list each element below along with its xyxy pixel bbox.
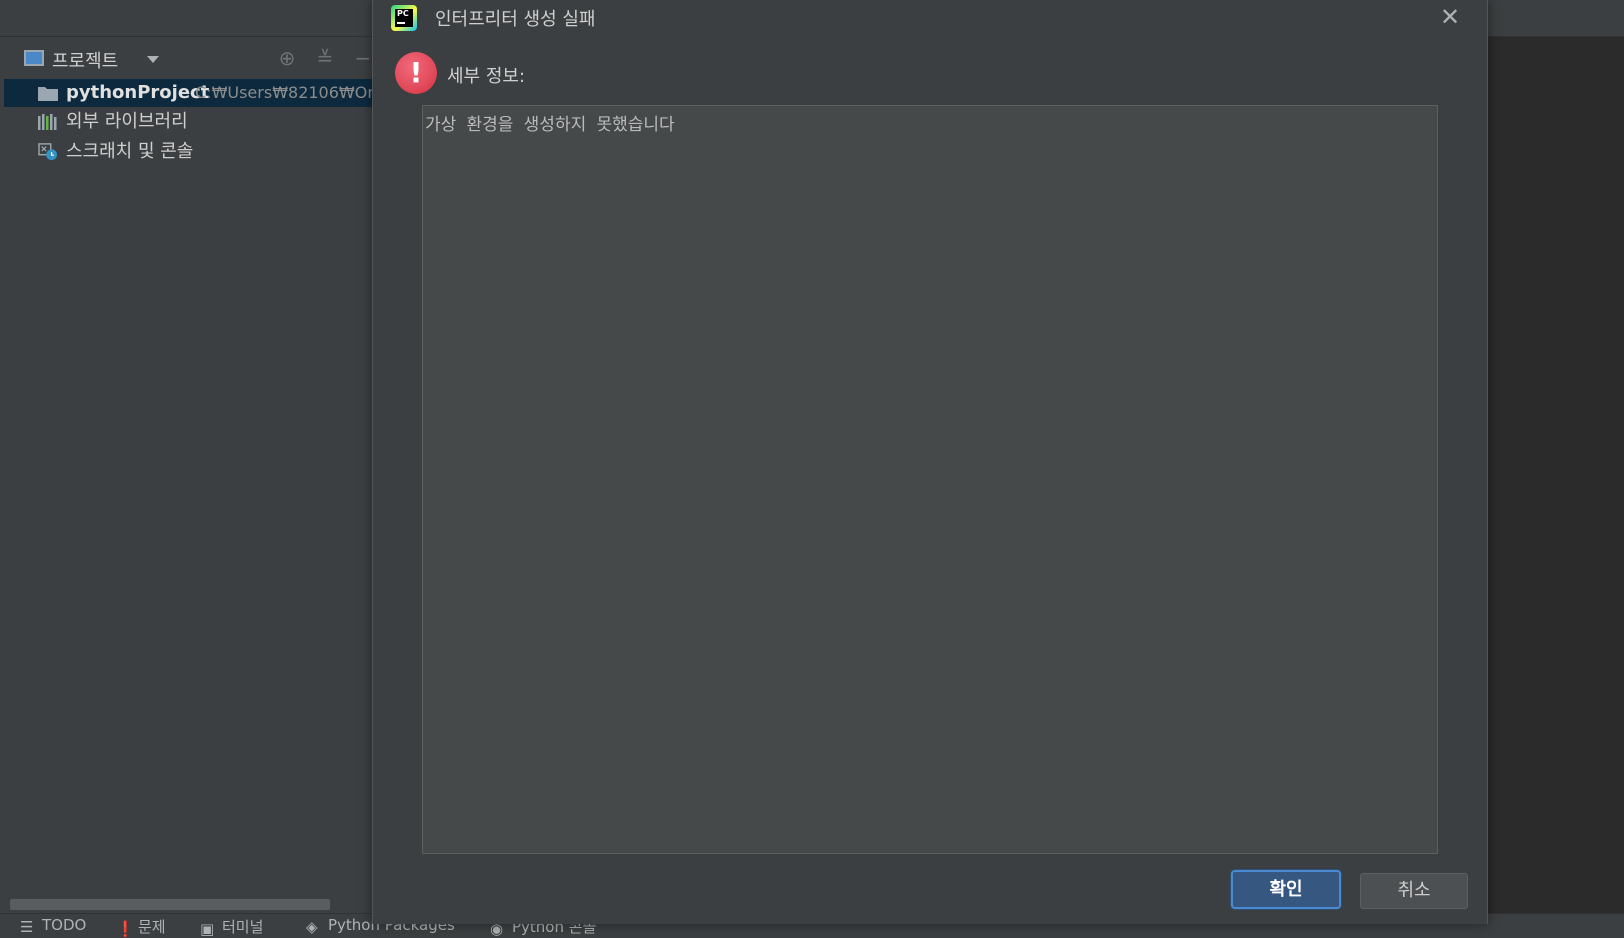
tree-item-path: C:₩Users₩82106₩On [195, 83, 372, 102]
locate-icon[interactable]: ⊕ [274, 45, 300, 71]
scratch-icon [38, 143, 57, 161]
details-label: 세부 정보: [447, 66, 526, 87]
chevron-down-icon[interactable] [147, 56, 159, 63]
terminal-icon: ▣ [200, 920, 215, 938]
dialog-title: 인터프리터 생성 실패 [435, 9, 596, 30]
project-panel-title[interactable]: 프로젝트 [52, 47, 118, 73]
tree-item-scratches[interactable]: 스크래치 및 콘솔 [4, 138, 372, 166]
tool-todo[interactable]: ☰ TODO [20, 916, 86, 938]
tree-item-external-libraries[interactable]: 외부 라이브러리 [4, 108, 372, 136]
pycharm-logo-icon: PC [391, 5, 417, 31]
editor-area [1488, 37, 1624, 913]
problems-icon: ❗ [116, 920, 135, 938]
close-icon[interactable]: ✕ [1437, 4, 1463, 30]
project-tool-window: 프로젝트 ⊕ ≚ − pythonProject C:₩Users₩82106₩… [4, 37, 372, 913]
folder-icon [38, 87, 58, 101]
tree-item-label: 외부 라이브러리 [66, 111, 188, 132]
error-dialog: PC 인터프리터 생성 실패 ✕ ! 세부 정보: 가상 환경을 생성하지 못했… [372, 0, 1488, 924]
dialog-title-bar[interactable]: PC 인터프리터 생성 실패 ✕ [373, 0, 1489, 36]
list-icon: ☰ [20, 918, 34, 936]
ok-button[interactable]: 확인 [1231, 870, 1341, 909]
project-panel-header: 프로젝트 ⊕ ≚ − [4, 37, 372, 79]
ide-window: 프로젝트 ⊕ ≚ − pythonProject C:₩Users₩82106₩… [0, 0, 1624, 938]
options-icon[interactable]: − [350, 45, 372, 71]
details-text-area[interactable]: 가상 환경을 생성하지 못했습니다 [422, 105, 1438, 854]
project-view-icon [24, 50, 44, 66]
tool-problems[interactable]: ❗ 문제 [116, 916, 166, 938]
cancel-button[interactable]: 취소 [1360, 873, 1468, 909]
tree-item-pythonproject[interactable]: pythonProject C:₩Users₩82106₩On [4, 79, 372, 107]
packages-icon: ◈ [306, 918, 318, 936]
library-icon [38, 114, 57, 130]
collapse-all-icon[interactable]: ≚ [312, 45, 338, 71]
error-icon: ! [395, 52, 437, 94]
tree-item-label: 스크래치 및 콘솔 [66, 141, 194, 162]
tree-item-label: pythonProject [66, 82, 210, 103]
tool-terminal[interactable]: ▣ 터미널 [200, 916, 263, 938]
horizontal-scrollbar[interactable] [10, 899, 330, 910]
